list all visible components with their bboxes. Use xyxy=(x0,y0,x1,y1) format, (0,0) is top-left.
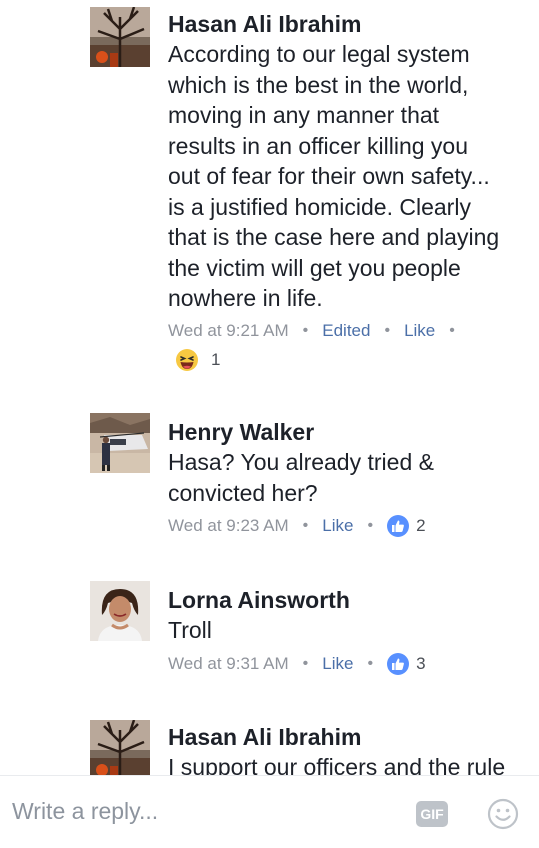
avatar[interactable] xyxy=(90,581,150,641)
comment-text: Troll xyxy=(168,617,212,643)
reaction-summary[interactable]: 3 xyxy=(387,653,426,675)
comment-meta: Wed at 9:21 AM • Edited • Like • xyxy=(168,320,469,342)
comment-timestamp[interactable]: Wed at 9:31 AM xyxy=(168,653,289,675)
gif-button[interactable]: GIF xyxy=(416,801,448,827)
avatar[interactable] xyxy=(90,7,150,67)
reaction-count: 2 xyxy=(416,516,426,535)
haha-emoji-icon xyxy=(176,349,198,371)
avatar-photo xyxy=(90,413,150,473)
comment-text: According to our legal system which is t… xyxy=(168,41,500,311)
separator-dot: • xyxy=(367,517,374,534)
comment-meta: Wed at 9:31 AM • Like • 3 xyxy=(168,653,426,675)
reaction-count: 1 xyxy=(211,350,221,369)
thumbs-up-icon xyxy=(387,515,410,537)
separator-dot: • xyxy=(384,322,391,339)
edited-link[interactable]: Edited xyxy=(322,320,370,342)
reply-input[interactable] xyxy=(12,798,392,825)
smiley-icon[interactable] xyxy=(487,798,519,830)
comment-meta: Wed at 9:23 AM • Like • 2 xyxy=(168,515,426,537)
comment-author[interactable]: Henry Walker xyxy=(168,417,528,447)
comment-text: Hasa? You already tried & convicted her? xyxy=(168,449,434,506)
comment-timestamp[interactable]: Wed at 9:21 AM xyxy=(168,320,289,342)
comment-thread: Hasan Ali Ibrahim According to our legal… xyxy=(0,0,539,775)
comment-timestamp[interactable]: Wed at 9:23 AM xyxy=(168,515,289,537)
comment-author[interactable]: Hasan Ali Ibrahim xyxy=(168,722,528,752)
avatar[interactable] xyxy=(90,720,150,775)
comment-author[interactable]: Lorna Ainsworth xyxy=(168,585,528,615)
like-button[interactable]: Like xyxy=(322,515,353,537)
reaction-summary[interactable]: 2 xyxy=(387,515,426,537)
comment-author[interactable]: Hasan Ali Ibrahim xyxy=(168,9,528,39)
like-button[interactable]: Like xyxy=(322,653,353,675)
reaction-summary[interactable]: 1 xyxy=(175,348,220,372)
comment-text: I support our officers and the rule xyxy=(168,754,506,775)
avatar[interactable] xyxy=(90,413,150,473)
separator-dot: • xyxy=(367,655,374,672)
separator-dot: • xyxy=(302,322,309,339)
reply-composer: GIF xyxy=(0,775,539,848)
avatar-photo xyxy=(90,7,150,67)
avatar-photo xyxy=(90,720,150,775)
separator-dot: • xyxy=(449,322,455,339)
separator-dot: • xyxy=(302,655,309,672)
reaction-count: 3 xyxy=(416,654,426,673)
avatar-photo xyxy=(90,581,150,641)
like-button[interactable]: Like xyxy=(404,320,435,342)
thumbs-up-icon xyxy=(387,653,410,675)
separator-dot: • xyxy=(302,517,309,534)
